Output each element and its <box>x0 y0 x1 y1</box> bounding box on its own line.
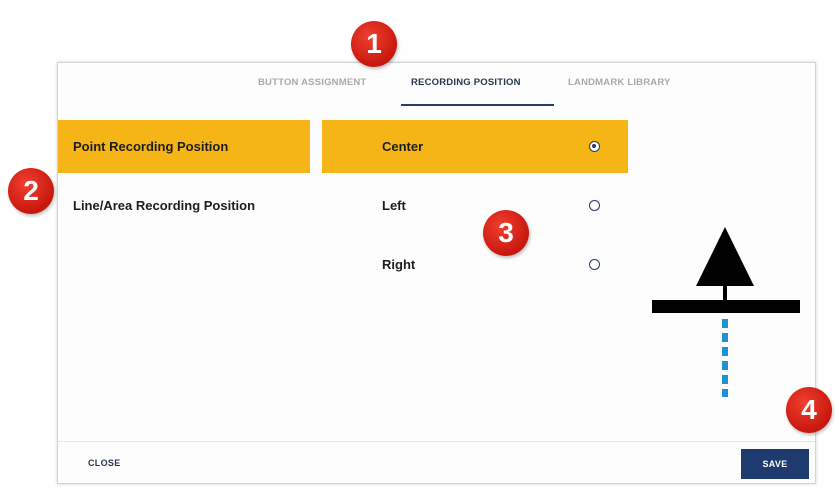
callout-badge-4: 4 <box>786 387 832 433</box>
tab-bar: BUTTON ASSIGNMENT RECORDING POSITION LAN… <box>58 63 815 107</box>
radio-right[interactable] <box>589 259 600 270</box>
tab-recording-position[interactable]: RECORDING POSITION <box>411 77 521 88</box>
callout-badge-3: 3 <box>483 210 529 256</box>
recording-line-bar <box>652 300 800 313</box>
close-button[interactable]: CLOSE <box>88 458 121 468</box>
dialog-footer: CLOSE SAVE <box>58 441 815 483</box>
callout-badge-2: 2 <box>8 168 54 214</box>
recording-type-menu: Point Recording Position Line/Area Recor… <box>58 120 310 232</box>
menu-item-line-area-recording-position[interactable]: Line/Area Recording Position <box>58 179 310 232</box>
settings-dialog: BUTTON ASSIGNMENT RECORDING POSITION LAN… <box>57 62 816 484</box>
tab-landmark-library[interactable]: LANDMARK LIBRARY <box>568 77 671 88</box>
option-right[interactable]: Right <box>322 238 628 291</box>
option-left[interactable]: Left <box>322 179 628 232</box>
radio-left[interactable] <box>589 200 600 211</box>
menu-item-point-recording-position[interactable]: Point Recording Position <box>58 120 310 173</box>
option-label: Center <box>382 139 424 154</box>
tab-button-assignment[interactable]: BUTTON ASSIGNMENT <box>258 77 366 88</box>
position-marker-triangle <box>696 227 754 286</box>
radio-center[interactable] <box>589 141 600 152</box>
point-recording-position-icon <box>648 225 808 400</box>
callout-badge-1: 1 <box>351 21 397 67</box>
save-button[interactable]: SAVE <box>741 449 809 479</box>
position-options: Center Left Right <box>322 120 628 291</box>
option-label: Left <box>382 198 406 213</box>
active-tab-indicator <box>401 104 554 106</box>
option-center[interactable]: Center <box>322 120 628 173</box>
option-label: Right <box>382 257 416 272</box>
position-marker-stem <box>723 283 727 301</box>
menu-item-label: Point Recording Position <box>73 139 229 154</box>
menu-item-label: Line/Area Recording Position <box>73 198 256 213</box>
